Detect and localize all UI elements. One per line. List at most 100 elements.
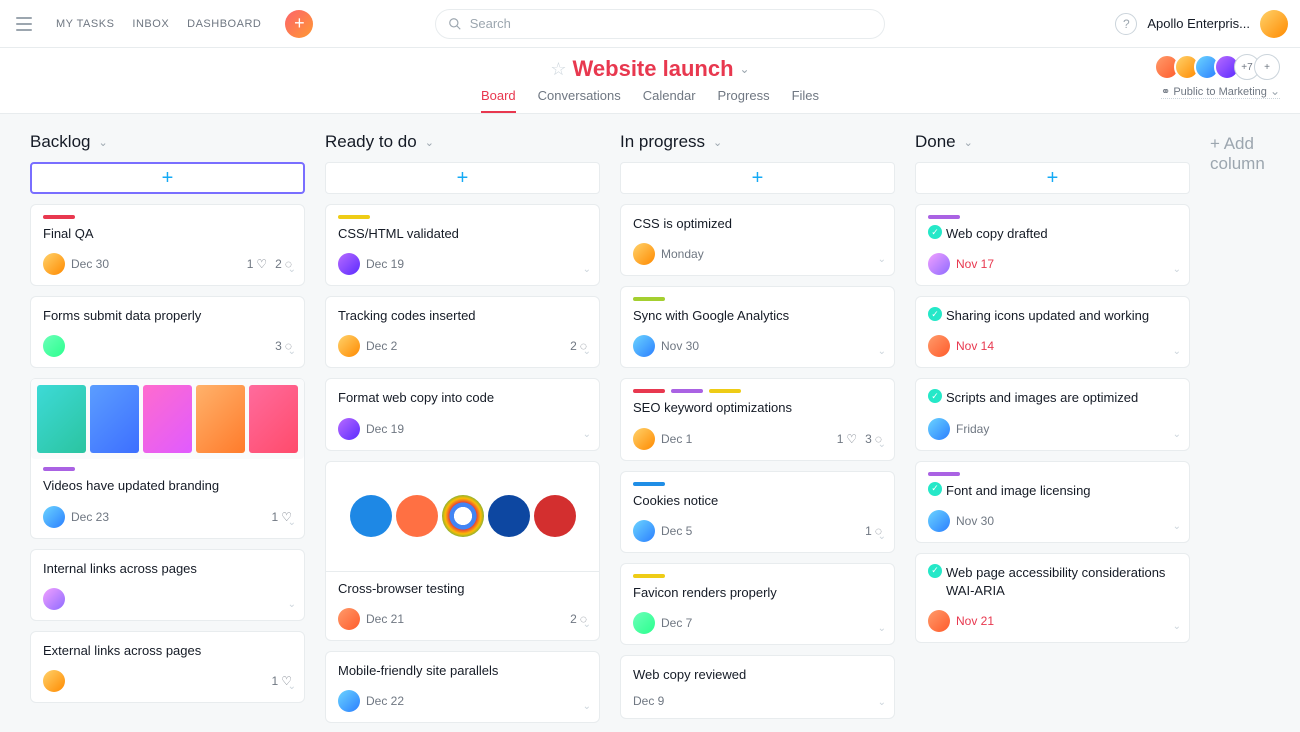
column-title[interactable]: In progress	[620, 132, 705, 152]
assignee-avatar[interactable]	[338, 690, 360, 712]
assignee-avatar[interactable]	[43, 253, 65, 275]
card[interactable]: Cross-browser testingDec 212◌⌄	[325, 461, 600, 641]
tab-conversations[interactable]: Conversations	[538, 88, 621, 113]
card-menu-icon[interactable]: ⌄	[878, 254, 886, 265]
card[interactable]: Tracking codes insertedDec 22◌⌄	[325, 296, 600, 368]
assignee-avatar[interactable]	[338, 253, 360, 275]
card-menu-icon[interactable]: ⌄	[1173, 621, 1181, 632]
card[interactable]: CSS is optimizedMonday⌄	[620, 204, 895, 276]
card[interactable]: Format web copy into codeDec 19⌄	[325, 378, 600, 450]
project-title[interactable]: Website launch	[573, 56, 734, 82]
card[interactable]: External links across pages1♡⌄	[30, 631, 305, 703]
assignee-avatar[interactable]	[338, 608, 360, 630]
card[interactable]: Forms submit data properly3◌⌄	[30, 296, 305, 368]
card[interactable]: Videos have updated brandingDec 231♡⌄	[30, 378, 305, 538]
card-menu-icon[interactable]: ⌄	[1173, 429, 1181, 440]
nav-my-tasks[interactable]: MY TASKS	[56, 18, 114, 30]
card-menu-icon[interactable]: ⌄	[288, 681, 296, 692]
likes-count[interactable]: 1♡	[837, 432, 857, 446]
card[interactable]: Sync with Google AnalyticsNov 30⌄	[620, 286, 895, 368]
column-menu-icon[interactable]: ⌄	[425, 136, 434, 149]
assignee-avatar[interactable]	[338, 418, 360, 440]
privacy-toggle[interactable]: ⚭ Public to Marketing ⌄	[1161, 84, 1280, 99]
assignee-avatar[interactable]	[928, 610, 950, 632]
card-menu-icon[interactable]: ⌄	[583, 346, 591, 357]
assignee-avatar[interactable]	[43, 670, 65, 692]
card-menu-icon[interactable]: ⌄	[878, 439, 886, 450]
assignee-avatar[interactable]	[338, 335, 360, 357]
add-card-button[interactable]: +	[30, 162, 305, 194]
card-menu-icon[interactable]: ⌄	[583, 264, 591, 275]
card-menu-icon[interactable]: ⌄	[878, 346, 886, 357]
nav-dashboard[interactable]: DASHBOARD	[187, 18, 261, 30]
card-menu-icon[interactable]: ⌄	[583, 701, 591, 712]
star-icon[interactable]: ☆	[550, 59, 566, 80]
assignee-avatar[interactable]	[633, 520, 655, 542]
add-card-button[interactable]: +	[620, 162, 895, 194]
card[interactable]: Cookies noticeDec 51◌⌄	[620, 471, 895, 553]
add-card-button[interactable]: +	[325, 162, 600, 194]
tab-progress[interactable]: Progress	[718, 88, 770, 113]
assignee-avatar[interactable]	[43, 506, 65, 528]
assignee-avatar[interactable]	[928, 335, 950, 357]
card[interactable]: ✓Scripts and images are optimizedFriday⌄	[915, 378, 1190, 450]
card[interactable]: ✓Font and image licensingNov 30⌄	[915, 461, 1190, 543]
card[interactable]: Final QADec 301♡2◌⌄	[30, 204, 305, 286]
card[interactable]: ✓Web page accessibility considerations W…	[915, 553, 1190, 643]
assignee-avatar[interactable]	[928, 253, 950, 275]
add-column-button[interactable]: + Add column	[1210, 132, 1270, 714]
user-avatar[interactable]	[1260, 10, 1288, 38]
card-menu-icon[interactable]: ⌄	[1173, 521, 1181, 532]
assignee-avatar[interactable]	[633, 243, 655, 265]
card-menu-icon[interactable]: ⌄	[1173, 346, 1181, 357]
workspace-switcher[interactable]: Apollo Enterpris...	[1147, 16, 1250, 31]
help-icon[interactable]: ?	[1115, 13, 1137, 35]
tag	[633, 574, 665, 578]
assignee-avatar[interactable]	[633, 335, 655, 357]
add-member-button[interactable]: +	[1254, 54, 1280, 80]
card[interactable]: Web copy reviewedDec 9⌄	[620, 655, 895, 719]
card[interactable]: SEO keyword optimizationsDec 11♡3◌⌄	[620, 378, 895, 460]
assignee-avatar[interactable]	[43, 588, 65, 610]
assignee-avatar[interactable]	[633, 428, 655, 450]
card-menu-icon[interactable]: ⌄	[583, 619, 591, 630]
column-menu-icon[interactable]: ⌄	[98, 136, 107, 149]
column-title[interactable]: Backlog	[30, 132, 90, 152]
likes-count[interactable]: 1♡	[247, 257, 267, 271]
card[interactable]: Favicon renders properlyDec 7⌄	[620, 563, 895, 645]
add-card-button[interactable]: +	[915, 162, 1190, 194]
tab-files[interactable]: Files	[792, 88, 819, 113]
column-menu-icon[interactable]: ⌄	[713, 136, 722, 149]
card-menu-icon[interactable]: ⌄	[583, 429, 591, 440]
assignee-avatar[interactable]	[633, 612, 655, 634]
card-menu-icon[interactable]: ⌄	[878, 531, 886, 542]
column-title[interactable]: Ready to do	[325, 132, 417, 152]
card-menu-icon[interactable]: ⌄	[288, 346, 296, 357]
card-menu-icon[interactable]: ⌄	[288, 264, 296, 275]
column-title[interactable]: Done	[915, 132, 956, 152]
card[interactable]: Mobile-friendly site parallelsDec 22⌄	[325, 651, 600, 723]
assignee-avatar[interactable]	[928, 510, 950, 532]
assignee-avatar[interactable]	[928, 418, 950, 440]
card[interactable]: CSS/HTML validatedDec 19⌄	[325, 204, 600, 286]
card-menu-icon[interactable]: ⌄	[288, 599, 296, 610]
card-tags	[43, 215, 292, 219]
tab-calendar[interactable]: Calendar	[643, 88, 696, 113]
assignee-avatar[interactable]	[43, 335, 65, 357]
card-menu-icon[interactable]: ⌄	[288, 517, 296, 528]
search-placeholder: Search	[470, 16, 511, 31]
nav-inbox[interactable]: INBOX	[132, 18, 169, 30]
project-dropdown-icon[interactable]: ⌄	[740, 62, 750, 76]
global-add-button[interactable]: +	[285, 10, 313, 38]
card[interactable]: Internal links across pages⌄	[30, 549, 305, 621]
column-menu-icon[interactable]: ⌄	[964, 136, 973, 149]
check-icon: ✓	[928, 482, 942, 496]
card-menu-icon[interactable]: ⌄	[878, 697, 886, 708]
tab-board[interactable]: Board	[481, 88, 516, 113]
card[interactable]: ✓Sharing icons updated and workingNov 14…	[915, 296, 1190, 368]
card-menu-icon[interactable]: ⌄	[1173, 264, 1181, 275]
card-menu-icon[interactable]: ⌄	[878, 623, 886, 634]
search-input[interactable]: Search	[435, 9, 885, 39]
menu-icon[interactable]	[12, 12, 36, 36]
card[interactable]: ✓Web copy draftedNov 17⌄	[915, 204, 1190, 286]
